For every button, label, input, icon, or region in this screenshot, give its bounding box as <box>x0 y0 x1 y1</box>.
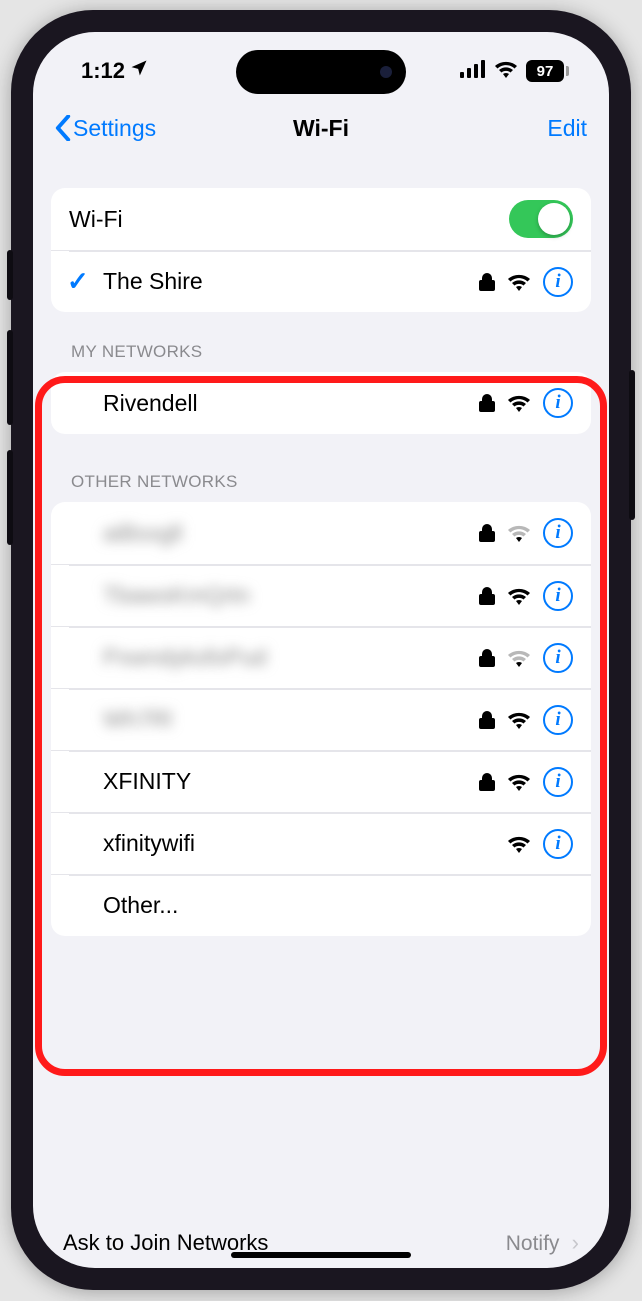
lock-icon <box>479 648 495 668</box>
status-time: 1:12 <box>81 58 125 84</box>
info-button[interactable]: i <box>543 267 573 297</box>
lock-icon <box>479 586 495 606</box>
info-button[interactable]: i <box>543 829 573 859</box>
network-name: PxwndyksfoPud <box>103 644 479 671</box>
my-networks-card: Rivendell i <box>51 372 591 434</box>
cellular-icon <box>460 58 486 84</box>
wifi-toggle-row[interactable]: Wi-Fi <box>51 188 591 250</box>
network-row[interactable]: PxwndyksfoPud i <box>51 626 591 688</box>
info-button[interactable]: i <box>543 705 573 735</box>
network-name: xfinitywifi <box>103 830 507 857</box>
lock-icon <box>479 393 495 413</box>
chevron-left-icon <box>55 115 71 141</box>
network-name: XFINITY <box>103 768 479 795</box>
network-name: TbawsKmQrtn <box>103 582 479 609</box>
edit-button[interactable]: Edit <box>547 115 587 142</box>
nav-bar: Settings Wi-Fi Edit <box>33 100 609 156</box>
page-title: Wi-Fi <box>293 115 349 142</box>
info-button[interactable]: i <box>543 643 573 673</box>
dynamic-island <box>236 50 406 94</box>
wifi-signal-icon <box>507 273 531 291</box>
info-button[interactable]: i <box>543 388 573 418</box>
screen: 1:12 97 Settings <box>33 32 609 1268</box>
network-row[interactable]: XFINITY i <box>51 750 591 812</box>
network-row[interactable]: xfinitywifi i <box>51 812 591 874</box>
phone-frame: 1:12 97 Settings <box>11 10 631 1290</box>
wifi-card: Wi-Fi ✓ The Shire i <box>51 188 591 312</box>
network-row[interactable]: TbawsKmQrtn i <box>51 564 591 626</box>
wifi-toggle-label: Wi-Fi <box>69 206 509 233</box>
other-network-row[interactable]: Other... <box>51 874 591 936</box>
ask-to-join-value: Notify <box>506 1232 560 1255</box>
network-row[interactable]: Rivendell i <box>51 372 591 434</box>
side-button <box>629 370 635 520</box>
battery-indicator: 97 <box>526 60 569 82</box>
wifi-signal-icon <box>507 711 531 729</box>
home-indicator <box>231 1252 411 1258</box>
chevron-right-icon: › <box>566 1230 579 1255</box>
side-button <box>7 450 13 545</box>
wifi-signal-icon <box>507 394 531 412</box>
content: Wi-Fi ✓ The Shire i MY NETWORKS Rivendel… <box>33 156 609 936</box>
network-name: aiBsxgll <box>103 520 479 547</box>
info-button[interactable]: i <box>543 767 573 797</box>
wifi-status-icon <box>494 58 518 84</box>
lock-icon <box>479 523 495 543</box>
info-button[interactable]: i <box>543 518 573 548</box>
connected-network-row[interactable]: ✓ The Shire i <box>51 250 591 312</box>
network-name: Rivendell <box>103 390 479 417</box>
network-name: Wh7Rl <box>103 706 479 733</box>
other-label: Other... <box>103 892 573 919</box>
side-button <box>7 250 13 300</box>
back-label: Settings <box>73 115 156 142</box>
info-button[interactable]: i <box>543 581 573 611</box>
wifi-signal-icon <box>507 835 531 853</box>
wifi-signal-icon <box>507 587 531 605</box>
network-row[interactable]: Wh7Rl i <box>51 688 591 750</box>
side-button <box>7 330 13 425</box>
wifi-signal-icon <box>507 773 531 791</box>
checkmark-icon: ✓ <box>67 266 89 297</box>
network-row[interactable]: aiBsxgll i <box>51 502 591 564</box>
lock-icon <box>479 272 495 292</box>
other-networks-card: aiBsxglliTbawsKmQrtniPxwndyksfoPudiWh7Rl… <box>51 502 591 936</box>
wifi-signal-icon <box>507 649 531 667</box>
lock-icon <box>479 710 495 730</box>
other-networks-header: OTHER NETWORKS <box>51 434 591 502</box>
wifi-signal-icon <box>507 524 531 542</box>
lock-icon <box>479 772 495 792</box>
connected-network-name: The Shire <box>103 268 479 295</box>
location-icon <box>129 58 149 84</box>
back-button[interactable]: Settings <box>55 115 156 142</box>
my-networks-header: MY NETWORKS <box>51 312 591 372</box>
wifi-toggle[interactable] <box>509 200 573 238</box>
